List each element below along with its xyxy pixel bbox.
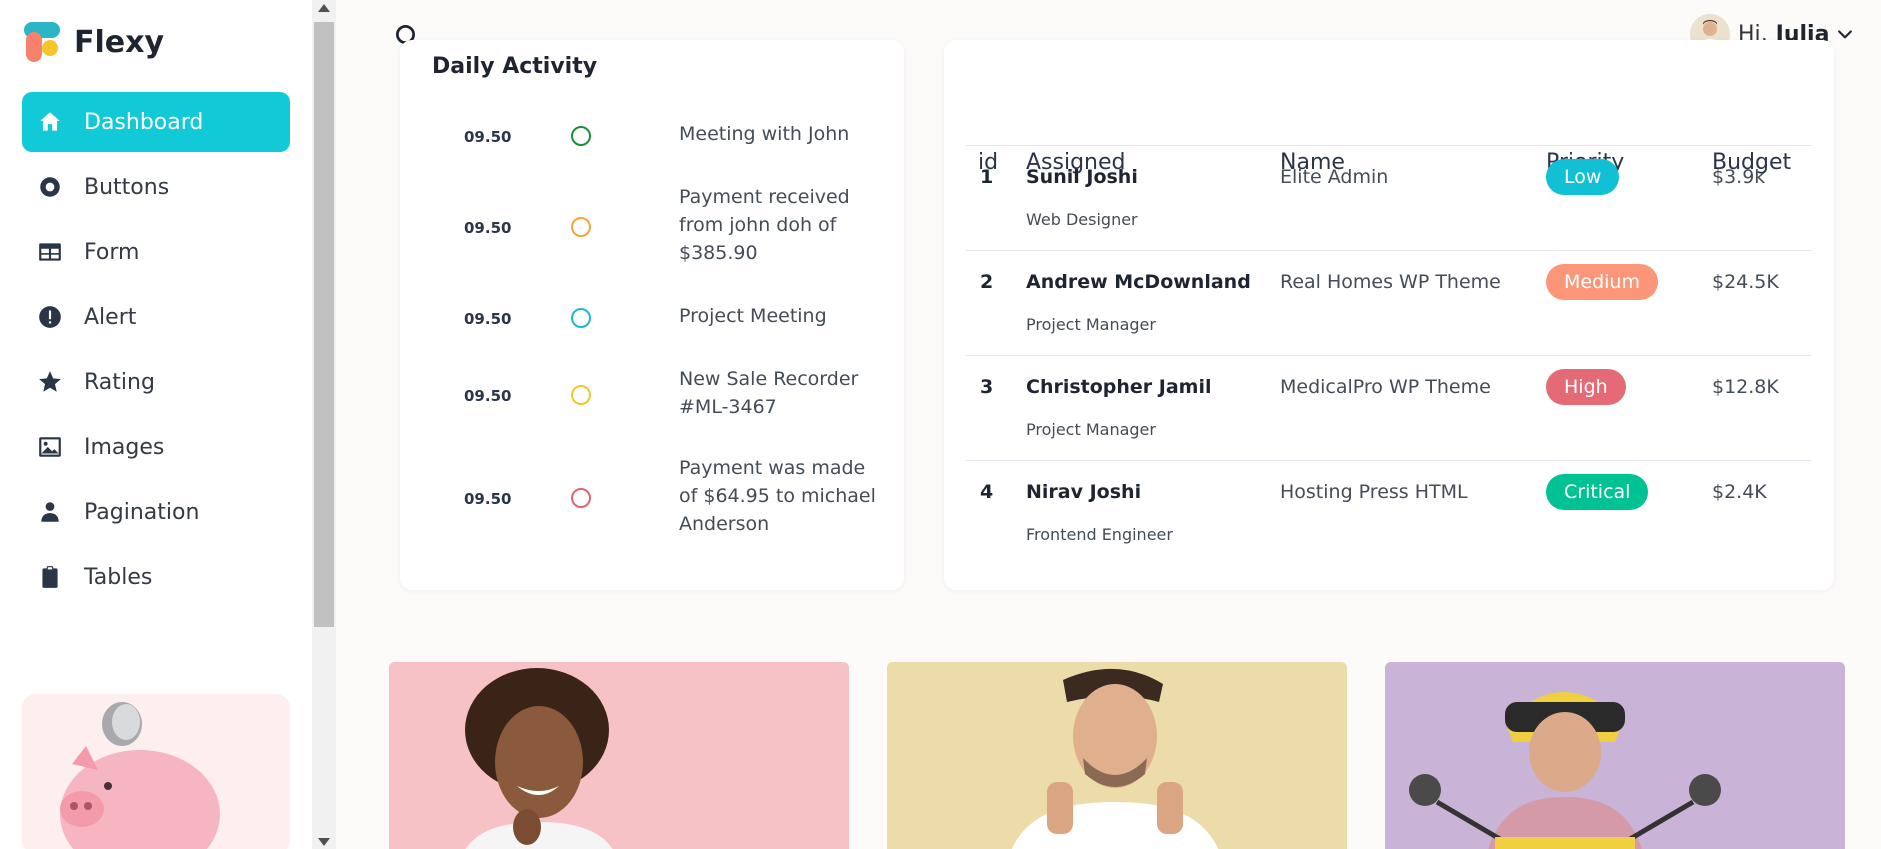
person-icon — [36, 498, 64, 526]
priority-badge: Critical — [1546, 474, 1649, 510]
sidebar-nav: Dashboard Buttons Form Alert Rating Imag… — [22, 92, 290, 612]
activity-time: 09.50 — [464, 490, 512, 508]
brand-name: Flexy — [74, 24, 165, 60]
projects-table-card: id Assigned Name Priority Budget 1 Sunil… — [944, 40, 1834, 590]
sidebar-item-form[interactable]: Form — [22, 222, 290, 282]
sidebar-scrollbar[interactable] — [312, 0, 336, 849]
timeline-dot-icon — [571, 488, 591, 508]
divider — [966, 145, 1812, 146]
man-photo — [887, 662, 1347, 849]
timeline-dot-icon — [571, 308, 591, 328]
sidebar-item-images[interactable]: Images — [22, 417, 290, 477]
sidebar-item-pagination[interactable]: Pagination — [22, 482, 290, 542]
timeline-dot-icon — [571, 217, 591, 237]
assignee-role: Project Manager — [1026, 420, 1156, 439]
activity-text: Payment was made of $64.95 to michael An… — [679, 457, 876, 535]
activity-text: New Sale Recorder #ML-3467 — [679, 368, 859, 418]
assignee-role: Web Designer — [1026, 210, 1138, 229]
activity-time: 09.50 — [464, 128, 512, 146]
budget-value: $12.8K — [1712, 376, 1779, 398]
card-title: Daily Activity — [432, 54, 598, 79]
row-id: 2 — [980, 271, 994, 293]
divider — [966, 355, 1812, 356]
promo-card — [22, 694, 290, 849]
assignee-name: Andrew McDownland — [1026, 271, 1251, 293]
piggy-bank-illustration — [60, 702, 220, 849]
scroll-up-arrow-icon[interactable] — [318, 4, 330, 12]
sidebar: Flexy Dashboard Buttons Form Alert Ratin… — [0, 0, 312, 849]
image-icon — [36, 433, 64, 461]
row-id: 4 — [980, 481, 994, 503]
sidebar-item-label: Rating — [84, 369, 155, 395]
sidebar-item-rating[interactable]: Rating — [22, 352, 290, 412]
priority-badge: Medium — [1546, 264, 1658, 300]
sidebar-item-label: Form — [84, 239, 140, 265]
divider — [966, 460, 1812, 461]
photo-card-man[interactable] — [887, 662, 1347, 849]
star-icon — [36, 368, 64, 396]
activity-text: Project Meeting — [679, 305, 827, 327]
row-id: 3 — [980, 376, 994, 398]
budget-value: $3.9k — [1712, 166, 1766, 188]
logo-icon — [24, 22, 60, 62]
project-name: Hosting Press HTML — [1280, 481, 1468, 503]
row-id: 1 — [980, 166, 994, 188]
timeline-dot-icon — [571, 126, 591, 146]
home-icon — [36, 108, 64, 136]
budget-value: $2.4K — [1712, 481, 1767, 503]
photo-card-scooter[interactable] — [1385, 662, 1845, 849]
activity-time: 09.50 — [464, 387, 512, 405]
sidebar-item-alert[interactable]: Alert — [22, 287, 290, 347]
project-name: MedicalPro WP Theme — [1280, 376, 1491, 398]
photo-card-woman[interactable] — [389, 662, 849, 849]
sidebar-item-label: Alert — [84, 304, 137, 330]
woman-photo — [389, 662, 849, 849]
clipboard-icon — [36, 563, 64, 591]
chevron-down-icon — [1838, 30, 1853, 39]
project-name: Real Homes WP Theme — [1280, 271, 1501, 293]
assignee-role: Frontend Engineer — [1026, 525, 1173, 544]
priority-badge: Low — [1546, 159, 1620, 195]
activity-time: 09.50 — [464, 310, 512, 328]
sidebar-item-label: Tables — [84, 564, 153, 590]
brand-logo[interactable]: Flexy — [24, 22, 164, 62]
activity-text: Meeting with John — [679, 123, 850, 145]
scooter-rider-photo — [1385, 662, 1845, 849]
alert-circle-icon — [36, 303, 64, 331]
divider — [966, 250, 1812, 251]
sidebar-item-label: Images — [84, 434, 165, 460]
radio-button-icon — [36, 173, 64, 201]
assignee-role: Project Manager — [1026, 315, 1156, 334]
table-form-icon — [36, 238, 64, 266]
priority-badge: High — [1546, 369, 1626, 405]
sidebar-item-buttons[interactable]: Buttons — [22, 157, 290, 217]
sidebar-item-dashboard[interactable]: Dashboard — [22, 92, 290, 152]
daily-activity-card: Daily Activity 09.50 Meeting with John 0… — [400, 40, 904, 590]
budget-value: $24.5K — [1712, 271, 1779, 293]
activity-time: 09.50 — [464, 219, 512, 237]
sidebar-item-label: Pagination — [84, 499, 200, 525]
project-name: Elite Admin — [1280, 166, 1389, 188]
assignee-name: Christopher Jamil — [1026, 376, 1212, 398]
timeline-dot-icon — [571, 385, 591, 405]
scroll-thumb[interactable] — [314, 22, 334, 627]
assignee-name: Sunil Joshi — [1026, 166, 1138, 188]
activity-text: Payment received from john doh of $385.9… — [679, 186, 850, 264]
sidebar-item-label: Dashboard — [84, 109, 204, 135]
assignee-name: Nirav Joshi — [1026, 481, 1142, 503]
scroll-down-arrow-icon[interactable] — [318, 838, 330, 846]
sidebar-item-tables[interactable]: Tables — [22, 547, 290, 607]
sidebar-item-label: Buttons — [84, 174, 170, 200]
